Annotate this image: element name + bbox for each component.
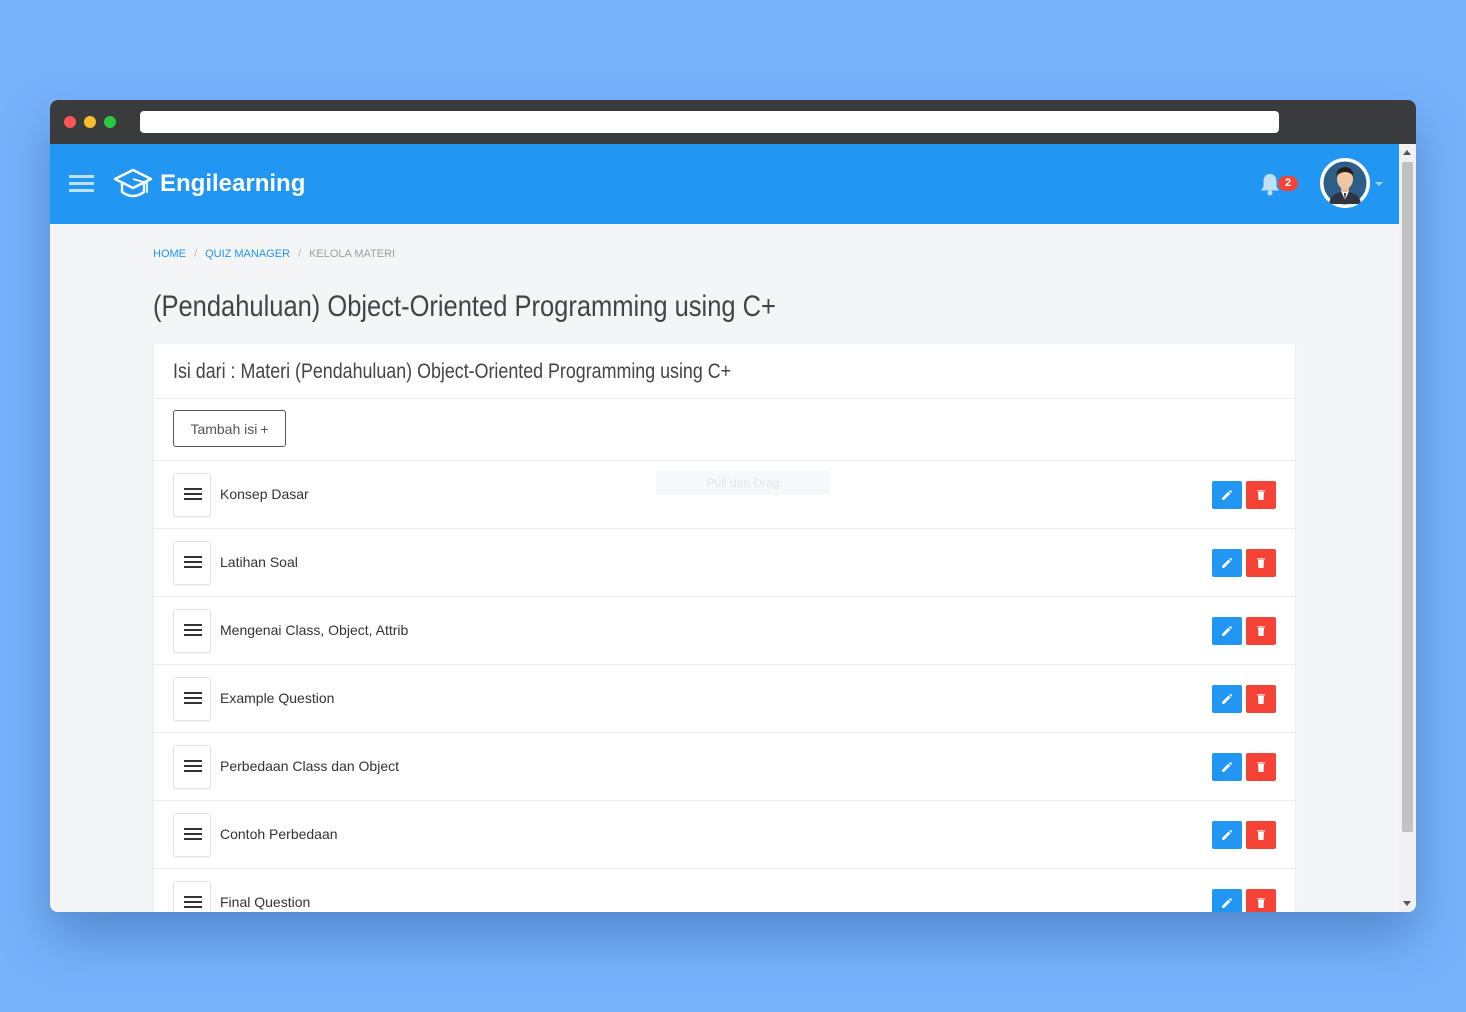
edit-button[interactable] [1212, 753, 1242, 781]
edit-button[interactable] [1212, 821, 1242, 849]
delete-button[interactable] [1246, 889, 1276, 912]
graduation-cap-icon [113, 168, 153, 198]
browser-titlebar [50, 100, 1416, 144]
plus-icon: + [260, 420, 269, 437]
card-toolbar: Tambah isi + [154, 399, 1295, 461]
delete-button[interactable] [1246, 753, 1276, 781]
breadcrumb-quiz-manager-link[interactable]: QUIZ MANAGER [205, 248, 290, 261]
breadcrumb-separator: / [298, 248, 302, 260]
pencil-icon [1222, 557, 1233, 568]
chevron-down-icon[interactable] [1375, 182, 1383, 186]
list-item: Perbedaan Class dan Object [154, 733, 1295, 801]
avatar-image [1320, 158, 1370, 208]
card-title: Isi dari : Materi (Pendahuluan) Object-O… [173, 360, 732, 383]
list-item: Contoh Perbedaan [154, 801, 1295, 869]
delete-button[interactable] [1246, 549, 1276, 577]
page-viewport: Engilearning 2 HOME / QUIZ MANAGER / KEL… [50, 144, 1399, 912]
vertical-scrollbar[interactable] [1399, 144, 1416, 912]
breadcrumb-separator: / [194, 248, 198, 260]
scroll-up-icon[interactable] [1403, 150, 1411, 155]
trash-icon [1257, 830, 1265, 840]
pencil-icon [1222, 897, 1233, 908]
drag-handle-icon[interactable] [173, 813, 211, 857]
notification-count-badge: 2 [1278, 176, 1298, 191]
drag-handle-icon[interactable] [173, 541, 211, 585]
trash-icon [1257, 626, 1265, 636]
list-item: Mengenai Class, Object, Attrib [154, 597, 1295, 665]
delete-button[interactable] [1246, 821, 1276, 849]
drag-handle-icon[interactable] [173, 473, 211, 517]
list-item: Example Question [154, 665, 1295, 733]
edit-button[interactable] [1212, 617, 1242, 645]
minimize-window-icon[interactable] [84, 116, 96, 128]
hamburger-icon[interactable] [69, 175, 94, 193]
trash-icon [1257, 898, 1265, 908]
pencil-icon [1222, 693, 1233, 704]
delete-button[interactable] [1246, 685, 1276, 713]
trash-icon [1257, 558, 1265, 568]
card-header: Isi dari : Materi (Pendahuluan) Object-O… [154, 344, 1295, 399]
list-item-label: Final Question [220, 894, 311, 910]
list-item-label: Latihan Soal [220, 554, 298, 570]
pencil-icon [1222, 829, 1233, 840]
drag-handle-icon[interactable] [173, 881, 211, 912]
breadcrumb: HOME / QUIZ MANAGER / KELOLA MATERI [153, 248, 395, 261]
scroll-down-icon[interactable] [1403, 901, 1411, 906]
pencil-icon [1222, 761, 1233, 772]
add-content-button[interactable]: Tambah isi + [173, 410, 286, 447]
maximize-window-icon[interactable] [104, 116, 116, 128]
brand-name[interactable]: Engilearning [160, 170, 305, 198]
breadcrumb-current: KELOLA MATERI [309, 248, 396, 260]
drag-handle-icon[interactable] [173, 677, 211, 721]
pencil-icon [1222, 489, 1233, 500]
browser-window: Engilearning 2 HOME / QUIZ MANAGER / KEL… [50, 100, 1416, 912]
add-content-label: Tambah isi [190, 420, 258, 437]
edit-button[interactable] [1212, 685, 1242, 713]
content-list: Konsep Dasar Latihan Soal Mengenai Class… [154, 461, 1295, 912]
list-item-label: Konsep Dasar [220, 486, 309, 502]
drag-handle-icon[interactable] [173, 609, 211, 653]
edit-button[interactable] [1212, 889, 1242, 912]
page-title: (Pendahuluan) Object-Oriented Programmin… [153, 290, 776, 323]
list-item-label: Mengenai Class, Object, Attrib [220, 622, 409, 638]
edit-button[interactable] [1212, 481, 1242, 509]
list-item: Konsep Dasar [154, 461, 1295, 529]
scrollbar-thumb[interactable] [1402, 162, 1413, 832]
trash-icon [1257, 490, 1265, 500]
list-item-label: Perbedaan Class dan Object [220, 758, 399, 774]
edit-button[interactable] [1212, 549, 1242, 577]
drag-handle-icon[interactable] [173, 745, 211, 789]
user-avatar[interactable] [1320, 158, 1370, 208]
list-item-label: Contoh Perbedaan [220, 826, 338, 842]
list-item-label: Example Question [220, 690, 335, 706]
delete-button[interactable] [1246, 481, 1276, 509]
delete-button[interactable] [1246, 617, 1276, 645]
breadcrumb-home-link[interactable]: HOME [153, 248, 186, 261]
address-bar[interactable] [140, 111, 1279, 133]
top-navbar: Engilearning 2 [50, 144, 1399, 224]
pencil-icon [1222, 625, 1233, 636]
list-item: Final Question [154, 869, 1295, 912]
trash-icon [1257, 762, 1265, 772]
list-item: Latihan Soal [154, 529, 1295, 597]
trash-icon [1257, 694, 1265, 704]
content-card: Isi dari : Materi (Pendahuluan) Object-O… [154, 344, 1295, 912]
close-window-icon[interactable] [64, 116, 76, 128]
